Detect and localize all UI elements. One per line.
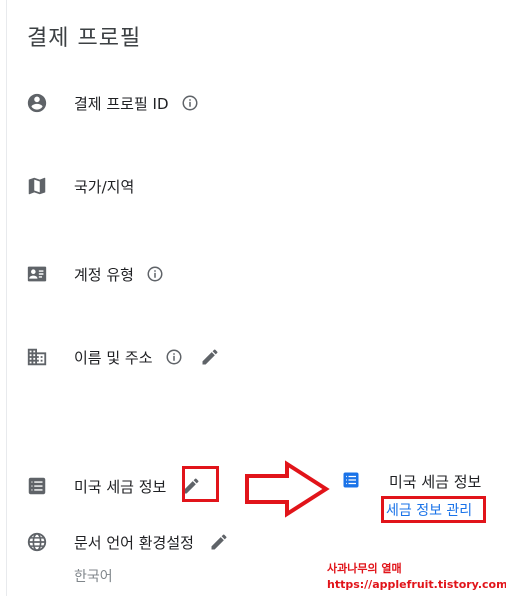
doc-language-value: 한국어 xyxy=(74,569,113,585)
info-icon[interactable] xyxy=(146,265,164,283)
page-title: 결제 프로필 xyxy=(27,26,142,51)
left-divider xyxy=(6,0,7,596)
row-label-us-tax: 미국 세금 정보 xyxy=(74,477,167,496)
row-label-doc-language: 문서 언어 환경설정 xyxy=(74,533,194,552)
list-icon xyxy=(341,470,361,490)
row-profile-id: 결제 프로필 ID xyxy=(26,91,199,115)
row-name-address: 이름 및 주소 xyxy=(26,345,221,369)
row-label-profile-id: 결제 프로필 ID xyxy=(74,94,169,113)
row-label-country: 국가/지역 xyxy=(74,177,135,196)
list-icon xyxy=(26,475,48,497)
blog-url-annotation: https://applefruit.tistory.com/ xyxy=(327,578,506,591)
info-icon[interactable] xyxy=(165,348,183,366)
blog-name-annotation: 사과나무의 열매 xyxy=(327,562,402,575)
row-us-tax: 미국 세금 정보 xyxy=(26,474,202,498)
highlight-box-edit xyxy=(182,466,219,502)
info-icon[interactable] xyxy=(181,94,199,112)
highlight-box-link xyxy=(381,496,486,523)
tax-panel-title: 미국 세금 정보 xyxy=(389,473,482,491)
map-icon xyxy=(26,175,48,197)
row-country: 국가/지역 xyxy=(26,174,134,198)
row-doc-language: 문서 언어 환경설정 xyxy=(26,530,230,554)
row-label-name-address: 이름 및 주소 xyxy=(74,348,153,367)
arrow-right-icon xyxy=(245,460,330,518)
row-account-type: 계정 유형 xyxy=(26,262,164,286)
edit-pencil-icon[interactable] xyxy=(199,346,221,368)
globe-icon xyxy=(26,531,48,553)
building-icon xyxy=(26,346,48,368)
contact-card-icon xyxy=(26,263,48,285)
account-circle-icon xyxy=(26,92,48,114)
edit-pencil-icon[interactable] xyxy=(208,531,230,553)
row-label-account-type: 계정 유형 xyxy=(74,265,134,284)
